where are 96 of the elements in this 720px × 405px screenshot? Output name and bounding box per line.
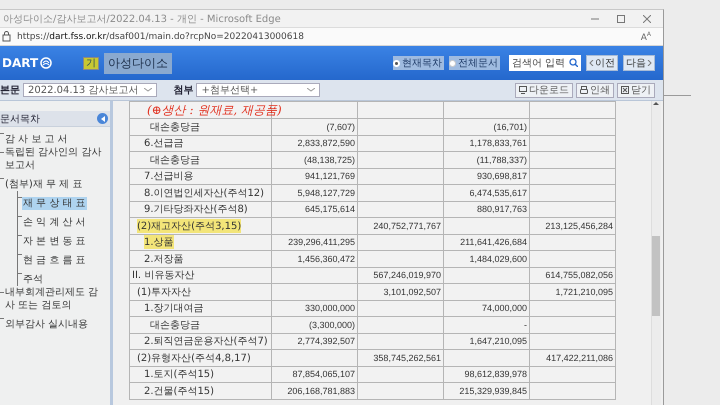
amount-cell: 2,833,872,590 [272, 135, 358, 152]
scope-radio[interactable]: 전체문서 [449, 56, 500, 70]
previous-button[interactable]: 이전 [586, 55, 618, 71]
download-button[interactable]: 다운로드 [515, 82, 573, 98]
close-icon[interactable] [643, 14, 651, 22]
next-button[interactable]: 다음 [623, 55, 655, 71]
logo-text: DART [2, 56, 38, 70]
toc-item[interactable]: 현 금 흐 름 표 [22, 254, 87, 267]
close-button[interactable]: 닫기 [617, 82, 655, 98]
amount-cell: 1,456,360,472 [272, 250, 358, 267]
window-title: 아성다이소/감사보고서/2022.04.13 - 개인 - Microsoft Edge [3, 12, 282, 26]
amount-cell: (48,138,725) [272, 152, 358, 168]
market-badge: 기 [83, 56, 100, 70]
toc-item[interactable]: 감 사 보 고 서 [4, 133, 69, 146]
amount-cell: - [444, 316, 530, 333]
amount-cell: 1,178,833,761 [444, 135, 530, 152]
main-label: 본문 [0, 84, 20, 97]
scope-radio[interactable]: 현재목차 [393, 56, 444, 70]
printer-icon [580, 86, 588, 94]
toc-item[interactable]: 자 본 변 동 표 [22, 235, 87, 248]
lock-icon[interactable] [2, 31, 11, 42]
amount-cell: 2,774,392,507 [272, 333, 358, 350]
window-close-icon [621, 86, 629, 94]
toc-item[interactable]: (첨부)재 무 제 표 [4, 178, 84, 191]
triangle-left-icon [100, 116, 104, 122]
toc-title: 문서목차 [0, 112, 40, 126]
amount-cell: 6,474,535,617 [444, 184, 530, 201]
account-cell: II. 비유동자산 [130, 267, 272, 284]
amount-cell: 330,000,000 [272, 300, 358, 316]
amount-cell: 239,296,411,295 [272, 234, 358, 250]
maximize-icon[interactable] [617, 14, 625, 22]
amount-cell: 240,752,771,767 [358, 218, 444, 234]
caret-icon [144, 88, 152, 92]
account-cell: 2.저장품 [130, 250, 272, 267]
handwritten-note: (⊕생산 : 원재료, 재공품) [147, 102, 282, 119]
amount-cell: 1,647,210,095 [444, 333, 530, 350]
chevron-right-icon [647, 60, 652, 66]
toc-item[interactable]: 재 무 상 태 표 [22, 197, 87, 210]
toc-item[interactable]: 외부감사 실시내용 [4, 318, 90, 331]
collapse-toc-button[interactable] [97, 113, 108, 124]
read-aloud-button[interactable]: A$^{A}$ [640, 30, 651, 42]
amount-cell: 206,168,781,883 [272, 382, 358, 399]
chevron-left-icon [589, 60, 594, 66]
amount-cell: 880,917,763 [444, 201, 530, 218]
amount-cell: 211,641,426,684 [444, 234, 530, 250]
amount-cell: 567,246,019,970 [358, 267, 444, 284]
account-cell: 대손충당금 [130, 118, 272, 135]
account-cell: 7.선급비용 [130, 168, 272, 184]
toc-item[interactable]: 독립된 감사인의 감사보고서 [4, 146, 106, 172]
account-cell: 6.선급금 [130, 135, 272, 152]
report-select[interactable]: 2022.04.13 감사보고서 [23, 83, 158, 97]
toc-item[interactable]: 내부회계관리제도 감사 또는 검토의 [4, 286, 106, 312]
attachment-select[interactable]: +첨부선택+ [196, 83, 320, 97]
amount-cell: 941,121,769 [272, 168, 358, 184]
amount-cell: 3,101,092,507 [358, 284, 444, 300]
account-cell: 1.토지(주석15) [130, 366, 272, 382]
amount-cell: (16,701) [444, 118, 530, 135]
monitor-icon [519, 86, 527, 94]
amount-cell: 930,698,817 [444, 168, 530, 184]
amount-cell: 417,422,211,086 [530, 350, 616, 366]
amount-cell: 98,612,839,978 [444, 366, 530, 382]
account-cell: (1)투자자산 [130, 284, 272, 300]
account-cell: 2.퇴직연금운용자산(주석7) [130, 333, 272, 350]
amount-cell: (7,607) [272, 118, 358, 135]
amount-cell: 614,755,082,056 [530, 267, 616, 284]
company-name: 아성다이소 [104, 52, 172, 74]
amount-cell: 213,125,456,284 [530, 218, 616, 234]
amount-cell: 5,948,127,729 [272, 184, 358, 201]
account-cell: 8.이연법인세자산(주석12) [130, 184, 272, 201]
toc-item[interactable]: 주석 [22, 273, 44, 286]
attachment-label: 첨부 [173, 84, 194, 97]
toc-item[interactable]: 손 익 계 산 서 [22, 216, 87, 229]
account-cell: 9.기타당좌자산(주석8) [130, 201, 272, 218]
account-cell: (2)재고자산(주석3,15) [130, 218, 272, 234]
amount-cell: 1,721,210,095 [530, 284, 616, 300]
amount-cell: 74,000,000 [444, 300, 530, 316]
amount-cell: 1,484,029,600 [444, 250, 530, 267]
amount-cell: 215,329,939,845 [444, 382, 530, 399]
account-cell: 대손충당금 [130, 152, 272, 168]
account-cell: 2.건물(주석15) [130, 382, 272, 399]
amount-cell: 87,854,065,107 [272, 366, 358, 382]
url-text[interactable]: https://dart.fss.or.kr/dsaf001/main.do?rcpNo=20220413000618 [17, 32, 641, 42]
search-field[interactable]: 검색어 입력 [509, 55, 581, 71]
account-cell: 1.상품 [130, 234, 272, 250]
account-cell: 대손충당금 [130, 316, 272, 333]
scrollbar[interactable] [651, 101, 661, 405]
account-cell: 1.장기대여금 [130, 300, 272, 316]
amount-cell: 645,175,614 [272, 201, 358, 218]
search-icon[interactable] [569, 58, 578, 67]
print-button[interactable]: 인쇄 [576, 82, 614, 98]
radio-icon[interactable] [449, 60, 456, 66]
account-cell: (2)유형자산(주석4,8,17) [130, 350, 272, 366]
amount-cell: (11,788,337) [444, 152, 530, 168]
amount-cell: (3,300,000) [272, 316, 358, 333]
caret-icon [307, 88, 316, 92]
amount-cell: 358,745,262,561 [358, 350, 444, 366]
